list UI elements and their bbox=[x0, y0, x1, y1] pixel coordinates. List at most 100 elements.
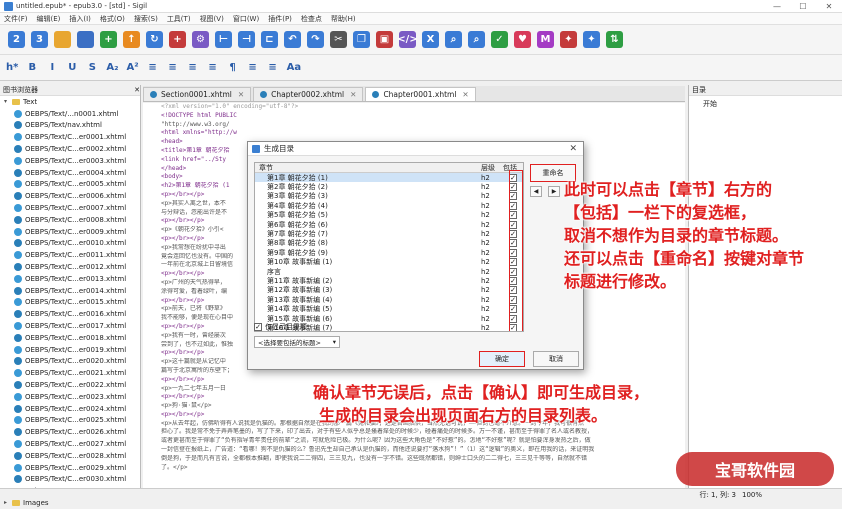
spellcheck-icon[interactable]: ✓ bbox=[491, 31, 508, 48]
format-button[interactable]: ≡ bbox=[167, 62, 179, 73]
menu-item[interactable]: 插件(P) bbox=[268, 14, 292, 24]
cut-icon[interactable]: ✂ bbox=[330, 31, 347, 48]
format-button[interactable]: Aa bbox=[287, 62, 302, 73]
epub3-icon[interactable]: 3 bbox=[31, 31, 48, 48]
editor-tab[interactable]: Chapter0001.xhtml ✕ bbox=[365, 87, 476, 101]
toc-item-start[interactable]: 开始 bbox=[689, 99, 842, 109]
ok-button[interactable]: 确定 bbox=[479, 351, 525, 367]
epub2-icon[interactable]: 2 bbox=[8, 31, 25, 48]
tree-file[interactable]: OEBPS/Text/C...er0029.xhtml bbox=[0, 462, 140, 474]
editor-tab[interactable]: Section0001.xhtml ✕ bbox=[143, 87, 252, 101]
close-button[interactable]: ✕ bbox=[816, 0, 842, 13]
tree-file[interactable]: OEBPS/Text/C...er0028.xhtml bbox=[0, 450, 140, 462]
code-icon[interactable]: </> bbox=[397, 31, 418, 48]
split-icon[interactable]: ⊢ bbox=[215, 31, 232, 48]
dialog-close-icon[interactable]: ✕ bbox=[569, 144, 577, 154]
tree-file[interactable]: OEBPS/Text/C...er0023.xhtml bbox=[0, 391, 140, 403]
tree-file[interactable]: OEBPS/Text/C...er0020.xhtml bbox=[0, 356, 140, 368]
format-button[interactable]: ≡ bbox=[267, 62, 279, 73]
toc-row[interactable]: 第12章 故事新编 (3) h2 ✓ bbox=[255, 286, 523, 295]
tree-file[interactable]: OEBPS/Text/C...er0025.xhtml bbox=[0, 415, 140, 427]
toc-row[interactable]: 第3章 朝花夕拾 (3) h2 ✓ bbox=[255, 192, 523, 201]
tree-file[interactable]: OEBPS/Text/C...er0018.xhtml bbox=[0, 332, 140, 344]
menu-item[interactable]: 文件(F) bbox=[4, 14, 28, 24]
toc-row[interactable]: 第14章 故事新编 (5) h2 ✓ bbox=[255, 304, 523, 313]
toc-row[interactable]: 第2章 朝花夕拾 (2) h2 ✓ bbox=[255, 182, 523, 191]
copy-icon[interactable]: ❐ bbox=[353, 31, 370, 48]
tree-file[interactable]: OEBPS/Text/C...er0009.xhtml bbox=[0, 226, 140, 238]
save-icon[interactable] bbox=[77, 31, 94, 48]
tree-file[interactable]: OEBPS/Text/C...er0004.xhtml bbox=[0, 167, 140, 179]
tree-file[interactable]: OEBPS/Text/C...er0014.xhtml bbox=[0, 285, 140, 297]
redo-icon[interactable]: ↷ bbox=[307, 31, 324, 48]
tree-file[interactable]: OEBPS/Text/C...er0007.xhtml bbox=[0, 202, 140, 214]
format-button[interactable]: B bbox=[26, 62, 38, 73]
plugin2-icon[interactable]: ✦ bbox=[583, 31, 600, 48]
add-icon[interactable]: + bbox=[100, 31, 117, 48]
col-chapter[interactable]: 章节 bbox=[255, 163, 481, 172]
search-icon[interactable]: ⌕ bbox=[445, 31, 462, 48]
undo-icon[interactable]: ↶ bbox=[284, 31, 301, 48]
menu-item[interactable]: 工具(T) bbox=[167, 14, 191, 24]
plugin-icon[interactable]: ✦ bbox=[560, 31, 577, 48]
toc-row[interactable]: 第6章 朝花夕拾 (6) h2 ✓ bbox=[255, 220, 523, 229]
find-replace-icon[interactable]: ⌕ bbox=[468, 31, 485, 48]
format-button[interactable]: ≡ bbox=[187, 62, 199, 73]
heading-select[interactable]: <选择要包括的标题> ▾ bbox=[254, 336, 340, 348]
tree-file[interactable]: OEBPS/Text/C...er0030.xhtml bbox=[0, 474, 140, 486]
tab-close-icon[interactable]: ✕ bbox=[350, 90, 356, 99]
format-button[interactable]: ≡ bbox=[147, 62, 159, 73]
chevron-right-icon[interactable]: ▸ bbox=[4, 499, 12, 506]
tree-file[interactable]: OEBPS/Text/C...er0011.xhtml bbox=[0, 249, 140, 261]
tab-close-icon[interactable]: ✕ bbox=[462, 90, 468, 99]
format-button[interactable]: h* bbox=[6, 62, 18, 73]
toc-row[interactable]: 第13章 故事新编 (4) h2 ✓ bbox=[255, 295, 523, 304]
paste-icon[interactable]: ▣ bbox=[376, 31, 393, 48]
toc-row[interactable]: 第8章 朝花夕拾 (8) h2 ✓ bbox=[255, 239, 523, 248]
tree-file[interactable]: OEBPS/Text/nav.xhtml bbox=[0, 120, 140, 132]
tree-file[interactable]: OEBPS/Text/C...er0013.xhtml bbox=[0, 273, 140, 285]
tree-file[interactable]: OEBPS/Text/C...er0012.xhtml bbox=[0, 261, 140, 273]
tree-file[interactable]: OEBPS/Text/C...er0021.xhtml bbox=[0, 367, 140, 379]
tree-file[interactable]: OEBPS/Text/C...er0005.xhtml bbox=[0, 179, 140, 191]
toc-row[interactable]: 序言 h2 ✓ bbox=[255, 267, 523, 276]
tree-file[interactable]: OEBPS/Text/C...er0022.xhtml bbox=[0, 379, 140, 391]
tree-file[interactable]: OEBPS/Text/C...er0024.xhtml bbox=[0, 403, 140, 415]
tree-file[interactable]: OEBPS/Text/C...er0015.xhtml bbox=[0, 297, 140, 309]
show-only-checkbox-row[interactable]: ✓ 仅显示目录项 bbox=[254, 322, 307, 332]
menu-item[interactable]: 编辑(E) bbox=[37, 14, 61, 24]
format-button[interactable]: A² bbox=[126, 62, 138, 73]
minimize-button[interactable]: — bbox=[764, 0, 790, 13]
format-button[interactable]: I bbox=[46, 62, 58, 73]
add-file-icon[interactable]: + bbox=[169, 31, 186, 48]
cancel-button[interactable]: 取消 bbox=[533, 351, 579, 367]
format-button[interactable]: ¶ bbox=[227, 62, 239, 73]
tree-file[interactable]: OEBPS/Text/C...er0006.xhtml bbox=[0, 190, 140, 202]
toc-row[interactable]: 第1章 朝花夕拾 (1) h2 ✓ bbox=[255, 173, 523, 183]
level-left-icon[interactable]: ◀ bbox=[530, 186, 542, 197]
tree-file[interactable]: OEBPS/Text/C...er0010.xhtml bbox=[0, 238, 140, 250]
menu-item[interactable]: 检查点 bbox=[301, 14, 322, 24]
tab-close-icon[interactable]: ✕ bbox=[238, 90, 244, 99]
toc-row[interactable]: 第11章 故事新编 (2) h2 ✓ bbox=[255, 276, 523, 285]
tree-file[interactable]: OEBPS/Text/C...er0017.xhtml bbox=[0, 320, 140, 332]
format-button[interactable]: S bbox=[86, 62, 98, 73]
tree-folder[interactable]: ▾ Text bbox=[0, 96, 140, 108]
metadata-icon[interactable]: M bbox=[537, 31, 554, 48]
merge-icon[interactable]: ⊣ bbox=[238, 31, 255, 48]
menu-item[interactable]: 搜索(S) bbox=[134, 14, 158, 24]
upload-icon[interactable]: ↑ bbox=[123, 31, 140, 48]
col-level[interactable]: 层级 bbox=[481, 163, 503, 172]
tree-file[interactable]: OEBPS/Text/C...er0027.xhtml bbox=[0, 438, 140, 450]
toc-row[interactable]: 第7章 朝花夕拾 (7) h2 ✓ bbox=[255, 229, 523, 238]
editor-tab[interactable]: Chapter0002.xhtml ✕ bbox=[253, 87, 364, 101]
chevron-down-icon[interactable]: ▾ bbox=[4, 98, 12, 105]
format-button[interactable]: ≡ bbox=[207, 62, 219, 73]
toc-icon[interactable]: ⇅ bbox=[606, 31, 623, 48]
panel-close-icon[interactable]: ✕ bbox=[134, 86, 140, 94]
tree-file[interactable]: OEBPS/Text/C...er0001.xhtml bbox=[0, 131, 140, 143]
toc-row[interactable]: 第4章 朝花夕拾 (4) h2 ✓ bbox=[255, 201, 523, 210]
xml-icon[interactable]: X bbox=[422, 31, 439, 48]
menu-item[interactable]: 视图(V) bbox=[200, 14, 224, 24]
tree-file[interactable]: OEBPS/Text/C...er0002.xhtml bbox=[0, 143, 140, 155]
